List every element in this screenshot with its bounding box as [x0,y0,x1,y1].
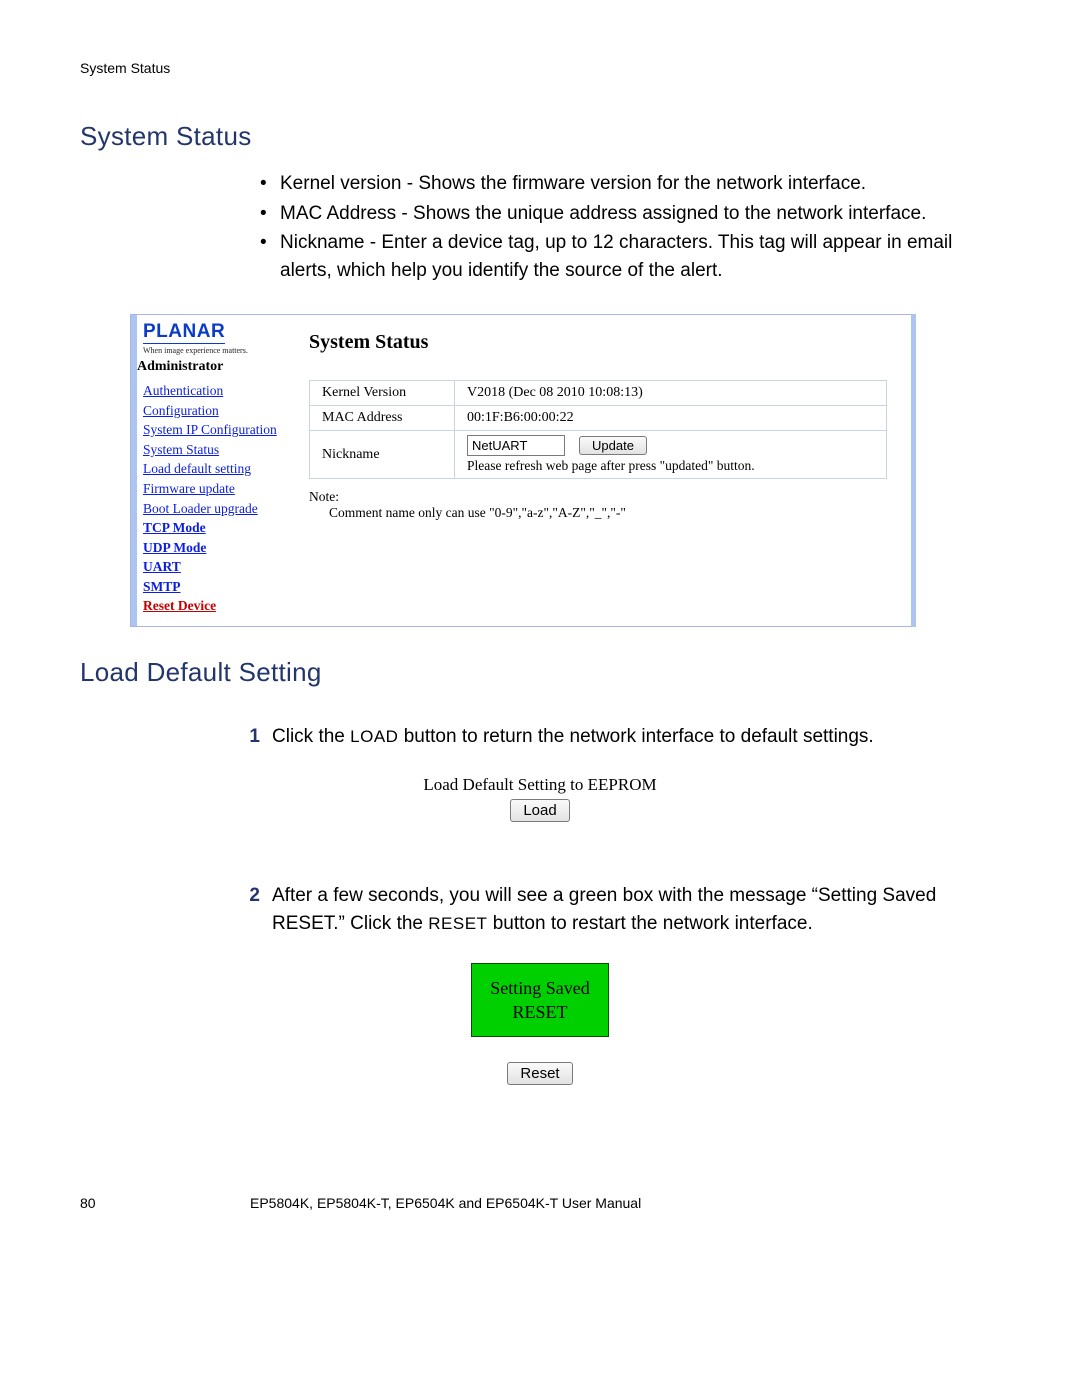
setting-saved-line1: Setting Saved [490,978,590,998]
note-label: Note: [309,489,339,504]
scrollbar-right-edge [911,314,916,627]
section-title-system-status: System Status [80,121,1000,152]
refresh-message: Please refresh web page after press "upd… [467,458,874,474]
step-number: 2 [230,882,272,937]
nickname-label: Nickname [310,431,455,479]
load-button[interactable]: Load [510,799,569,822]
page-footer: 80 EP5804K, EP5804K-T, EP6504K and EP650… [80,1195,1000,1211]
sidebar-item-smtp[interactable]: SMTP [143,577,289,597]
note-body: Comment name only can use "0-9","a-z","A… [329,505,887,521]
step-1: 1 Click the LOAD button to return the ne… [230,723,1000,751]
load-default-screenshot: Load Default Setting to EEPROM Load [395,775,685,822]
note-block: Note: Comment name only can use "0-9","a… [309,489,887,521]
sidebar-item-tcp-mode[interactable]: TCP Mode [143,518,289,538]
step-2: 2 After a few seconds, you will see a gr… [230,882,1000,937]
step-2-text-post: button to restart the network interface. [487,913,812,934]
step-1-text-post: button to return the network interface t… [398,726,873,747]
kernel-version-label: Kernel Version [310,381,455,406]
step-2-button-word: RESET [428,914,487,933]
bullet-nickname: Nickname - Enter a device tag, up to 12 … [260,229,1000,284]
update-button[interactable]: Update [579,436,647,455]
bullet-mac-address: MAC Address - Shows the unique address a… [260,200,1000,228]
status-table: Kernel Version V2018 (Dec 08 2010 10:08:… [309,380,887,479]
sidebar-item-bootloader-upgrade[interactable]: Boot Loader upgrade [143,499,289,519]
panel-title: System Status [309,331,887,354]
bullet-kernel-version: Kernel version - Shows the firmware vers… [260,170,1000,198]
setting-saved-screenshot: Setting Saved RESET Reset [440,963,640,1086]
brand-logo: PLANAR [143,321,225,344]
sidebar-item-auth-config[interactable]: Authentication Configuration [143,381,289,420]
load-default-header: Load Default Setting to EEPROM [395,775,685,795]
feature-bullets: Kernel version - Shows the firmware vers… [260,170,1000,284]
brand-tagline: When image experience matters. [143,346,289,355]
footer-title: EP5804K, EP5804K-T, EP6504K and EP6504K-… [250,1195,641,1211]
running-header: System Status [80,60,1000,76]
sidebar-item-load-default[interactable]: Load default setting [143,459,289,479]
mac-address-value: 00:1F:B6:00:00:22 [455,406,887,431]
kernel-version-value: V2018 (Dec 08 2010 10:08:13) [455,381,887,406]
sidebar-item-reset-device[interactable]: Reset Device [143,596,289,616]
setting-saved-line2: RESET [512,1002,567,1022]
reset-button[interactable]: Reset [507,1062,572,1085]
section-title-load-default: Load Default Setting [80,657,1000,688]
nickname-input[interactable] [467,435,565,456]
sidebar-item-system-status[interactable]: System Status [143,440,289,460]
mac-address-label: MAC Address [310,406,455,431]
table-row: Kernel Version V2018 (Dec 08 2010 10:08:… [310,381,887,406]
page-number: 80 [80,1195,250,1211]
sidebar-item-firmware-update[interactable]: Firmware update [143,479,289,499]
step-1-button-word: LOAD [350,727,398,746]
sidebar-nav: Authentication Configuration System IP C… [143,381,289,616]
sidebar-item-ip-config[interactable]: System IP Configuration [143,420,289,440]
table-row: MAC Address 00:1F:B6:00:00:22 [310,406,887,431]
sidebar-item-udp-mode[interactable]: UDP Mode [143,538,289,558]
system-status-screenshot: PLANAR When image experience matters. Ad… [130,314,911,627]
sidebar-admin-label: Administrator [137,359,289,375]
admin-sidebar: PLANAR When image experience matters. Ad… [137,315,295,626]
sidebar-item-uart[interactable]: UART [143,557,289,577]
system-status-panel: System Status Kernel Version V2018 (Dec … [295,315,911,626]
table-row: Nickname Update Please refresh web page … [310,431,887,479]
setting-saved-banner: Setting Saved RESET [471,963,609,1038]
step-number: 1 [230,723,272,751]
step-1-text-pre: Click the [272,726,350,747]
